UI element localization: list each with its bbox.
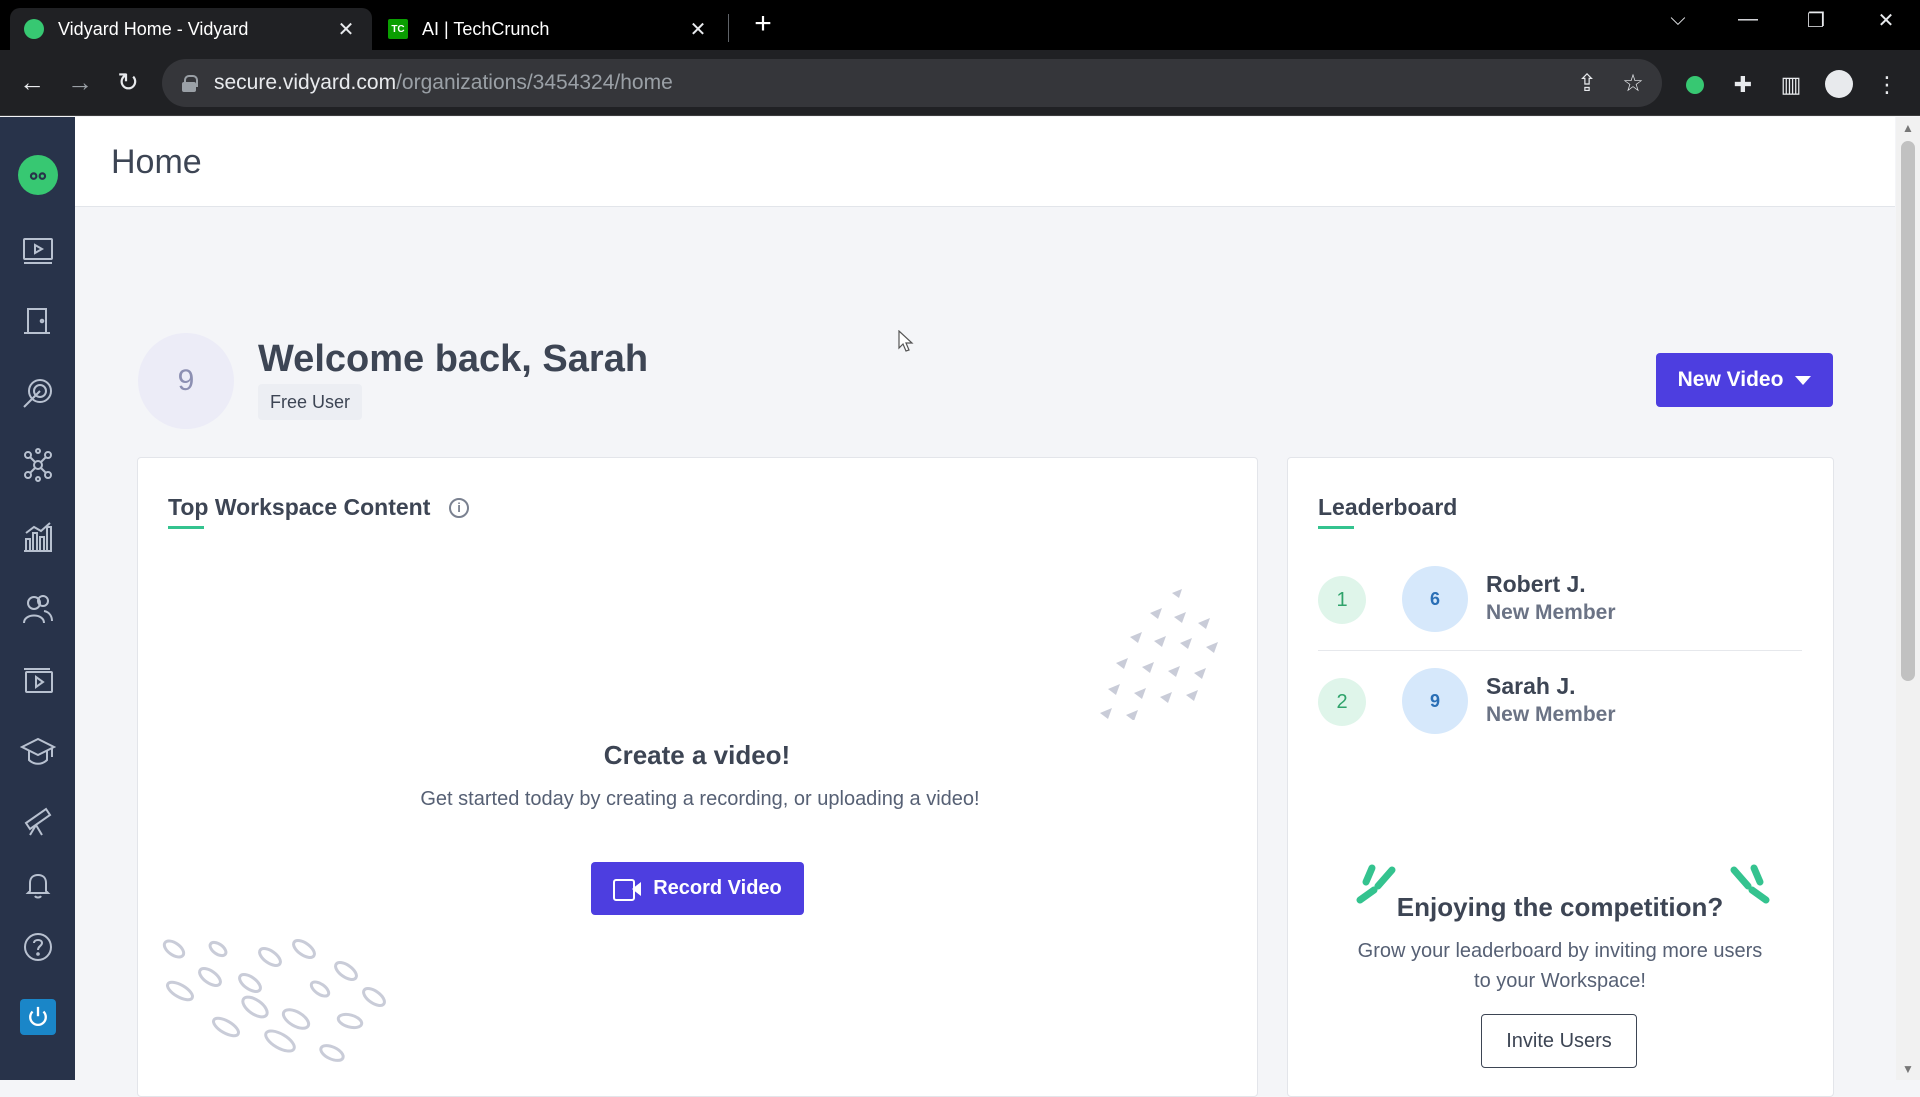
- invite-users-button[interactable]: Invite Users: [1481, 1014, 1637, 1068]
- caret-down-icon: [1795, 375, 1812, 385]
- page-scrollbar[interactable]: ▲ ▼: [1896, 117, 1920, 1080]
- integrations-icon[interactable]: [0, 441, 75, 489]
- tab-separator: [728, 14, 729, 42]
- page-title: Home: [111, 143, 202, 181]
- close-tab-icon[interactable]: ✕: [334, 17, 358, 42]
- telescope-icon[interactable]: [0, 797, 75, 845]
- avatar: 6: [1402, 566, 1468, 632]
- decorative-arrows-illustration: [1100, 589, 1218, 720]
- url-path: /organizations/3454324/home: [396, 71, 673, 94]
- help-icon[interactable]: [0, 923, 75, 971]
- vidyard-favicon-icon: [24, 19, 44, 39]
- promo-title: Enjoying the competition?: [1396, 892, 1724, 922]
- empty-state-description: Get started today by creating a recordin…: [420, 788, 980, 810]
- tab-title: AI | TechCrunch: [422, 18, 550, 39]
- rank-badge: 1: [1318, 576, 1366, 624]
- browser-toolbar: ← → ↻ secure.vidyard.com/organizations/3…: [0, 50, 1920, 116]
- address-bar[interactable]: secure.vidyard.com/organizations/3454324…: [162, 59, 1662, 107]
- browser-tab-vidyard[interactable]: Vidyard Home - Vidyard ✕: [10, 8, 372, 50]
- new-video-button[interactable]: New Video: [1656, 353, 1833, 407]
- analytics-icon[interactable]: [0, 513, 75, 561]
- leaderboard-row[interactable]: 2 9 Sarah J. New Member: [1318, 651, 1802, 751]
- page-header: Home: [75, 117, 1895, 207]
- title-underline: [168, 526, 204, 529]
- engagement-icon[interactable]: [0, 369, 75, 417]
- browser-tab-bar: Vidyard Home - Vidyard ✕ TC AI | TechCru…: [0, 0, 1920, 50]
- promo-description: Grow your leaderboard by inviting more u…: [1357, 940, 1763, 992]
- member-role: New Member: [1486, 601, 1616, 624]
- camera-icon: [613, 878, 642, 901]
- tab-search-icon[interactable]: ⌵: [1658, 8, 1698, 31]
- restore-icon[interactable]: ❐: [1796, 8, 1836, 33]
- rank-badge: 2: [1318, 678, 1366, 726]
- minimize-icon[interactable]: —: [1728, 8, 1768, 31]
- plan-badge: Free User: [258, 384, 363, 420]
- record-video-label: Record Video: [653, 877, 782, 899]
- lock-icon: [182, 75, 198, 92]
- top-content-title: Top Workspace Content: [168, 494, 431, 520]
- extensions-puzzle-icon[interactable]: ✚: [1728, 70, 1758, 100]
- close-tab-icon[interactable]: ✕: [686, 17, 710, 42]
- team-icon[interactable]: [0, 585, 75, 633]
- member-name: Robert J.: [1486, 571, 1586, 597]
- scroll-down-icon[interactable]: ▼: [1902, 1062, 1914, 1076]
- title-underline: [1318, 526, 1354, 529]
- bookmark-star-icon[interactable]: ☆: [1618, 69, 1648, 98]
- welcome-heading: Welcome back, Sarah: [258, 338, 649, 380]
- info-icon[interactable]: i: [449, 498, 469, 518]
- library-icon[interactable]: [0, 297, 75, 345]
- share-icon[interactable]: ⇪: [1572, 69, 1602, 98]
- leaderboard-row[interactable]: 1 6 Robert J. New Member: [1318, 549, 1802, 649]
- new-video-label: New Video: [1677, 368, 1784, 391]
- member-role: New Member: [1486, 703, 1616, 726]
- decorative-ovals-illustration: [162, 939, 386, 1062]
- tab-title: Vidyard Home - Vidyard: [58, 18, 249, 39]
- back-icon[interactable]: ←: [14, 64, 50, 100]
- browser-tab-techcrunch[interactable]: TC AI | TechCrunch ✕: [374, 8, 724, 50]
- new-tab-icon[interactable]: +: [748, 9, 778, 40]
- videos-icon[interactable]: [0, 227, 75, 275]
- learning-icon[interactable]: [0, 727, 75, 775]
- techcrunch-favicon-icon: TC: [388, 19, 408, 39]
- reload-icon[interactable]: ↻: [110, 64, 146, 100]
- side-panel-icon[interactable]: ▥: [1776, 70, 1806, 100]
- forward-icon[interactable]: →: [62, 64, 98, 100]
- vidyard-logo-icon[interactable]: [0, 151, 75, 199]
- url-host: secure.vidyard.com: [214, 71, 397, 94]
- power-icon[interactable]: [0, 993, 75, 1041]
- profile-icon[interactable]: [1824, 70, 1854, 100]
- empty-state-title: Create a video!: [603, 740, 791, 770]
- playlists-icon[interactable]: [0, 657, 75, 705]
- window-close-icon[interactable]: ✕: [1866, 8, 1906, 33]
- mouse-cursor-icon: [898, 330, 914, 352]
- user-avatar[interactable]: 9: [138, 333, 234, 429]
- vidyard-extension-icon[interactable]: [1680, 70, 1710, 100]
- scroll-thumb[interactable]: [1901, 141, 1915, 681]
- app-sidebar: [0, 117, 75, 1080]
- avatar: 9: [1402, 668, 1468, 734]
- scroll-up-icon[interactable]: ▲: [1902, 121, 1914, 135]
- leaderboard-title: Leaderboard: [1318, 494, 1458, 520]
- record-video-button[interactable]: Record Video: [591, 862, 804, 915]
- member-name: Sarah J.: [1486, 673, 1576, 699]
- notifications-bell-icon[interactable]: [0, 861, 75, 909]
- more-menu-icon[interactable]: ⋮: [1872, 70, 1902, 100]
